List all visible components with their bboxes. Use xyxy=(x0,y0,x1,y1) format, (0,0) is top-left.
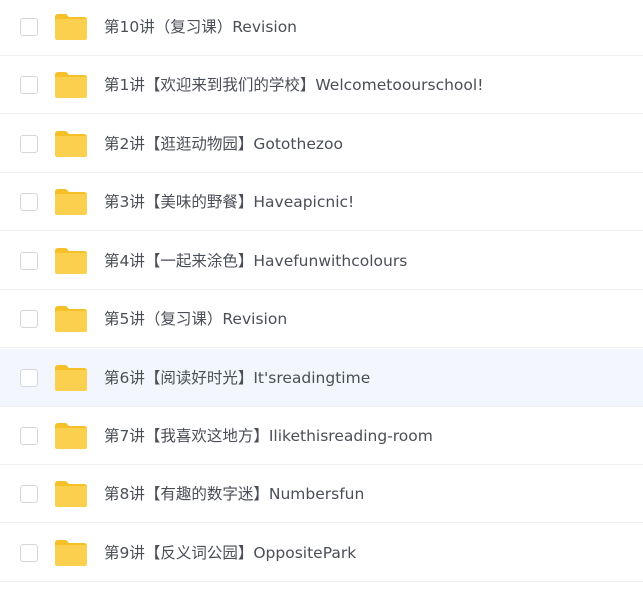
row-checkbox[interactable] xyxy=(20,368,38,387)
row-checkbox[interactable] xyxy=(20,251,38,270)
list-item[interactable]: 第10讲（复习课）Revision xyxy=(0,0,643,56)
file-name[interactable]: 第4讲【一起来涂色】Havefunwithcolours xyxy=(104,232,407,290)
row-checkbox[interactable] xyxy=(20,309,38,328)
folder-icon xyxy=(53,187,89,217)
file-name[interactable]: 第9讲【反义词公园】OppositePark xyxy=(104,524,356,582)
folder-icon xyxy=(53,70,89,100)
file-name[interactable]: 第8讲【有趣的数字迷】Numbersfun xyxy=(104,465,364,523)
folder-icon xyxy=(53,421,89,451)
file-name[interactable]: 第1讲【欢迎来到我们的学校】Welcometoourschool! xyxy=(104,56,483,114)
file-name[interactable]: 第10讲（复习课）Revision xyxy=(104,0,297,56)
list-item[interactable]: 第3讲【美味的野餐】Haveapicnic! xyxy=(0,173,643,231)
file-name[interactable]: 第6讲【阅读好时光】It'sreadingtime xyxy=(104,349,370,407)
row-checkbox[interactable] xyxy=(20,543,38,562)
list-item[interactable]: 第7讲【我喜欢这地方】Ilikethisreading-room xyxy=(0,407,643,465)
row-checkbox[interactable] xyxy=(20,426,38,445)
folder-icon xyxy=(53,12,89,42)
row-checkbox[interactable] xyxy=(20,75,38,94)
list-item[interactable]: 第1讲【欢迎来到我们的学校】Welcometoourschool! xyxy=(0,56,643,114)
list-item[interactable]: 第4讲【一起来涂色】Havefunwithcolours xyxy=(0,232,643,290)
row-checkbox[interactable] xyxy=(20,134,38,153)
folder-icon xyxy=(53,246,89,276)
list-item[interactable]: 第2讲【逛逛动物园】Gotothezoo xyxy=(0,115,643,173)
file-name[interactable]: 第7讲【我喜欢这地方】Ilikethisreading-room xyxy=(104,407,433,465)
row-checkbox[interactable] xyxy=(20,17,38,36)
file-name[interactable]: 第5讲（复习课）Revision xyxy=(104,290,287,348)
folder-icon xyxy=(53,304,89,334)
row-checkbox[interactable] xyxy=(20,192,38,211)
folder-icon xyxy=(53,479,89,509)
folder-icon xyxy=(53,363,89,393)
file-list: 第10讲（复习课）Revision 第1讲【欢迎来到我们的学校】Welcomet… xyxy=(0,0,643,611)
list-item[interactable]: 第9讲【反义词公园】OppositePark xyxy=(0,524,643,582)
list-item[interactable]: 第5讲（复习课）Revision xyxy=(0,290,643,348)
file-name[interactable]: 第3讲【美味的野餐】Haveapicnic! xyxy=(104,173,354,231)
list-item[interactable]: 第6讲【阅读好时光】It'sreadingtime xyxy=(0,349,643,407)
folder-icon xyxy=(53,538,89,568)
folder-icon xyxy=(53,129,89,159)
row-checkbox[interactable] xyxy=(20,484,38,503)
file-name[interactable]: 第2讲【逛逛动物园】Gotothezoo xyxy=(104,115,343,173)
list-item[interactable]: 第8讲【有趣的数字迷】Numbersfun xyxy=(0,465,643,523)
